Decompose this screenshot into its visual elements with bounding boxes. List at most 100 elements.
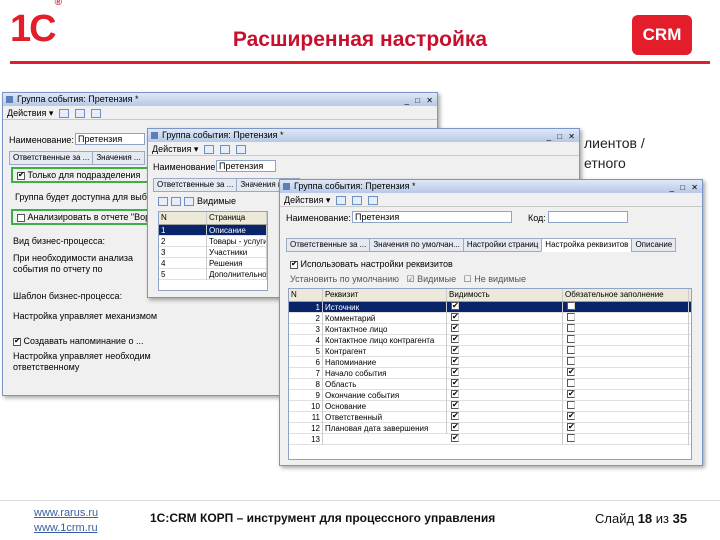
reminder-hint-2: ответственному: [13, 362, 80, 372]
refresh-icon[interactable]: [75, 109, 86, 119]
window-controls[interactable]: _ □ ✕: [670, 181, 700, 194]
actions-menu[interactable]: Действия ▾: [284, 193, 330, 207]
refresh-icon[interactable]: [352, 196, 363, 206]
site-link-1crm[interactable]: www.1crm.ru: [34, 522, 98, 534]
window-controls[interactable]: _ □ ✕: [547, 130, 577, 143]
tab-responsible[interactable]: Ответственные за ...: [286, 238, 371, 252]
table-row[interactable]: 3 Контактное лицо: [289, 324, 691, 335]
table-row[interactable]: 5 Контрагент: [289, 346, 691, 357]
required-checkbox[interactable]: [567, 412, 575, 420]
row-n: 4: [289, 335, 323, 346]
visibility-checkbox[interactable]: [451, 390, 459, 398]
visible-button[interactable]: Видимые: [417, 274, 456, 284]
window-3-titlebar[interactable]: Группа события: Претензия * _ □ ✕: [280, 180, 702, 193]
row-n: 13: [289, 434, 323, 445]
table-row[interactable]: 1 Описание: [159, 225, 267, 236]
visibility-checkbox[interactable]: [451, 379, 459, 387]
required-checkbox[interactable]: [567, 357, 575, 365]
visible-icon: ☑: [406, 274, 415, 284]
row-n: 5: [289, 346, 323, 357]
required-checkbox[interactable]: [567, 401, 575, 409]
table-row[interactable]: 7 Начало события: [289, 368, 691, 379]
tab-page-settings[interactable]: Настройки страниц: [462, 238, 543, 252]
table-row[interactable]: 4 Решения: [159, 258, 267, 269]
visibility-checkbox[interactable]: [451, 346, 459, 354]
reminder-checkbox[interactable]: [13, 336, 21, 346]
required-checkbox[interactable]: [567, 324, 575, 332]
table-row[interactable]: 12 Плановая дата завершения: [289, 423, 691, 434]
help-icon[interactable]: [368, 196, 379, 206]
visibility-checkbox[interactable]: [451, 357, 459, 365]
row-n: 4: [159, 258, 207, 269]
table-row[interactable]: 6 Напоминание: [289, 357, 691, 368]
visibility-checkbox[interactable]: [451, 401, 459, 409]
set-default-button[interactable]: Установить по умолчанию: [290, 274, 399, 284]
visibility-checkbox[interactable]: [451, 302, 459, 310]
code-field[interactable]: [548, 211, 628, 223]
table-row[interactable]: 2 Комментарий: [289, 313, 691, 324]
save-icon[interactable]: [59, 109, 70, 119]
tab-responsible[interactable]: Ответственные за ...: [9, 151, 94, 165]
tab-defaults[interactable]: Значения по умолчан...: [369, 238, 464, 252]
background-text: лиентов / етного: [584, 135, 645, 171]
analyze-label: Анализировать в отчете "Вори...: [27, 212, 163, 222]
required-checkbox[interactable]: [567, 423, 575, 431]
analyze-checkbox[interactable]: [17, 213, 25, 222]
help-icon[interactable]: [91, 109, 102, 119]
pages-grid[interactable]: N Страница 1 Описание 2 Товары - услуги 3 Учас…: [158, 211, 268, 291]
visibility-checkbox[interactable]: [451, 412, 459, 420]
window-2-titlebar[interactable]: Группа события: Претензия * _ □ ✕: [148, 129, 579, 142]
visibility-checkbox[interactable]: [451, 368, 459, 376]
not-visible-button[interactable]: Не видимые: [474, 274, 526, 284]
required-checkbox[interactable]: [567, 368, 575, 376]
visibility-checkbox[interactable]: [451, 335, 459, 343]
table-row[interactable]: 11 Ответственный: [289, 412, 691, 423]
actions-menu[interactable]: Действия ▾: [7, 106, 53, 120]
table-row[interactable]: 2 Товары - услуги: [159, 236, 267, 247]
tab-responsible[interactable]: Ответственные за ...: [153, 178, 238, 192]
analysis-hint-2: события по отчету по: [13, 264, 103, 274]
visibility-checkbox[interactable]: [451, 324, 459, 332]
table-row[interactable]: 13: [289, 434, 691, 445]
visible-icon[interactable]: [184, 197, 194, 207]
save-icon[interactable]: [336, 196, 347, 206]
required-checkbox[interactable]: [567, 390, 575, 398]
name-field[interactable]: Претензия: [352, 211, 512, 223]
col-page: Страница: [207, 212, 267, 224]
tab-description[interactable]: Описание: [631, 238, 677, 252]
help-icon[interactable]: [236, 145, 247, 155]
table-row[interactable]: 5 Дополнительно: [159, 269, 267, 280]
visibility-checkbox[interactable]: [451, 434, 459, 442]
tab-attribute-settings[interactable]: Настройка реквизитов: [541, 238, 633, 252]
refresh-icon[interactable]: [220, 145, 231, 155]
attributes-grid[interactable]: N Реквизит Видимость Обязательное заполнени…: [288, 288, 692, 460]
required-checkbox[interactable]: [567, 313, 575, 321]
table-row[interactable]: 9 Окончание события: [289, 390, 691, 401]
tab-values[interactable]: Значения ...: [92, 151, 145, 165]
save-icon[interactable]: [204, 145, 215, 155]
move-up-icon[interactable]: [158, 197, 168, 207]
dept-only-checkbox[interactable]: [17, 170, 25, 180]
use-settings-checkbox[interactable]: [290, 259, 298, 269]
table-row[interactable]: 8 Область: [289, 379, 691, 390]
actions-menu[interactable]: Действия ▾: [152, 142, 198, 156]
required-checkbox[interactable]: [567, 302, 575, 310]
window-controls[interactable]: _ □ ✕: [405, 94, 435, 107]
move-down-icon[interactable]: [171, 197, 181, 207]
required-checkbox[interactable]: [567, 434, 575, 442]
table-row[interactable]: 1 Источник: [289, 302, 691, 313]
required-checkbox[interactable]: [567, 379, 575, 387]
name-field[interactable]: Претензия: [75, 133, 145, 145]
slide-counter: Слайд 18 из 35: [595, 511, 688, 526]
visible-button[interactable]: Видимые: [197, 196, 236, 206]
table-row[interactable]: 4 Контактное лицо контрагента: [289, 335, 691, 346]
required-checkbox[interactable]: [567, 335, 575, 343]
name-field[interactable]: Претензия: [216, 160, 276, 172]
visibility-checkbox[interactable]: [451, 313, 459, 321]
window-1-titlebar[interactable]: Группа события: Претензия * _ □ ✕: [3, 93, 437, 106]
visibility-checkbox[interactable]: [451, 423, 459, 431]
site-link-rarus[interactable]: www.rarus.ru: [34, 507, 98, 519]
required-checkbox[interactable]: [567, 346, 575, 354]
table-row[interactable]: 10 Основание: [289, 401, 691, 412]
table-row[interactable]: 3 Участники: [159, 247, 267, 258]
